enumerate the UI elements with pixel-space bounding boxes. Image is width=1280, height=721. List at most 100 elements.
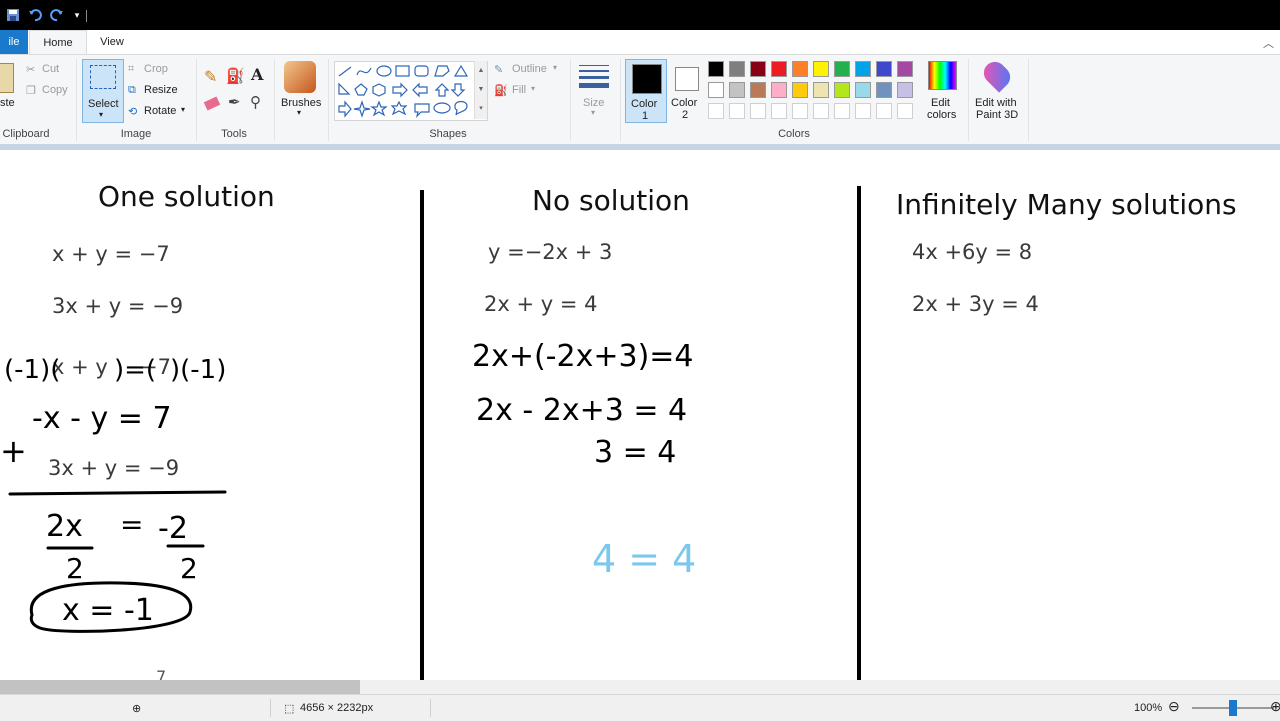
color-swatch[interactable] — [813, 61, 829, 77]
edit-colors-button-line2[interactable]: colors — [927, 109, 956, 121]
color-swatch[interactable] — [855, 82, 871, 98]
horizontal-scrollbar[interactable] — [0, 680, 1280, 694]
custom-color-slot[interactable] — [813, 103, 829, 119]
paste-icon[interactable] — [0, 63, 14, 93]
zoom-in-icon[interactable]: ⊕ — [1270, 698, 1280, 715]
custom-color-slot[interactable] — [708, 103, 724, 119]
size-icon[interactable] — [579, 65, 609, 88]
pencil-icon[interactable]: ✎ — [204, 67, 217, 87]
crop-icon[interactable]: ⌗ — [128, 63, 134, 76]
color-swatch[interactable] — [855, 61, 871, 77]
hand-neg-one-left: (-1)( — [4, 355, 60, 385]
color-swatch[interactable] — [897, 82, 913, 98]
custom-color-slot[interactable] — [897, 103, 913, 119]
custom-color-slot[interactable] — [792, 103, 808, 119]
custom-color-slot[interactable] — [750, 103, 766, 119]
paint3d-icon[interactable] — [979, 57, 1015, 93]
group-separator — [196, 59, 197, 141]
shapes-gallery-icons — [338, 64, 469, 118]
crop-button[interactable]: Crop — [144, 63, 168, 75]
sum-line — [8, 490, 227, 496]
copy-icon[interactable]: ❐ — [26, 84, 36, 97]
drawing-canvas[interactable]: One solution No solution Infinitely Many… — [0, 150, 1280, 680]
resize-button[interactable]: Resize — [144, 84, 178, 96]
copy-button[interactable]: Copy — [42, 84, 68, 96]
color-swatch[interactable] — [771, 61, 787, 77]
tab-file[interactable]: ile — [0, 30, 28, 54]
edit-colors-button[interactable]: Edit — [931, 97, 950, 109]
zoom-out-icon[interactable]: ⊖ — [1168, 698, 1180, 715]
magnifier-icon[interactable]: ⚲ — [250, 93, 261, 111]
hand-denominator-left: 2 — [66, 552, 84, 585]
zoom-level: 100% — [1134, 702, 1163, 714]
color-swatch[interactable] — [897, 61, 913, 77]
color-swatch[interactable] — [729, 61, 745, 77]
fill-bucket-icon[interactable]: ⛽ — [226, 67, 245, 85]
custom-color-slot[interactable] — [876, 103, 892, 119]
outline-icon[interactable]: ✎ — [494, 63, 503, 76]
custom-color-slot[interactable] — [855, 103, 871, 119]
resize-icon[interactable]: ⧉ — [128, 84, 136, 97]
fill-button[interactable]: Fill — [512, 84, 526, 96]
status-bar: ⊕ ⬚ 4656 × 2232px 100% ⊖ ⊕ — [0, 694, 1280, 721]
select-button[interactable]: Select ▾ — [82, 59, 124, 123]
brushes-icon[interactable] — [284, 61, 316, 93]
horizontal-scroll-thumb[interactable] — [0, 680, 360, 694]
status-divider — [430, 699, 431, 717]
chevron-down-icon[interactable]: ▾ — [181, 105, 185, 114]
custom-color-slot[interactable] — [834, 103, 850, 119]
color1-button[interactable]: Color 1 — [625, 59, 667, 123]
tab-home[interactable]: Home — [29, 30, 87, 55]
collapse-ribbon-icon[interactable]: ︿ — [1263, 35, 1274, 51]
cut-icon[interactable]: ✂ — [26, 63, 35, 76]
edit-colors-icon[interactable] — [928, 61, 957, 90]
eraser-icon[interactable] — [203, 96, 221, 111]
color2-button[interactable]: Color 2 — [670, 59, 702, 121]
tab-view[interactable]: View — [92, 30, 132, 54]
rotate-icon[interactable]: ⟲ — [128, 105, 137, 118]
color-swatch[interactable] — [813, 82, 829, 98]
color-swatch[interactable] — [708, 82, 724, 98]
outline-button[interactable]: Outline — [512, 63, 547, 75]
redo-icon[interactable] — [50, 8, 64, 22]
shapes-gallery[interactable] — [334, 61, 488, 121]
group-separator — [76, 59, 77, 141]
shapes-gallery-scroll[interactable]: ▲ ▼ ▾ — [474, 61, 487, 119]
customize-toolbar-icon[interactable]: ▾ — [70, 8, 84, 22]
color-swatch[interactable] — [876, 82, 892, 98]
custom-color-slot[interactable] — [729, 103, 745, 119]
paste-button[interactable]: ste — [0, 97, 15, 109]
custom-color-slot[interactable] — [771, 103, 787, 119]
undo-icon[interactable] — [28, 8, 42, 22]
color-swatch[interactable] — [834, 82, 850, 98]
color-swatch[interactable] — [750, 82, 766, 98]
rotate-button[interactable]: Rotate — [144, 105, 176, 117]
heading-infinitely-many: Infinitely Many solutions — [896, 188, 1237, 221]
brushes-button[interactable]: Brushes — [281, 97, 321, 109]
canvas-area[interactable]: One solution No solution Infinitely Many… — [0, 144, 1280, 680]
hand-step-negated: -x - y = 7 — [32, 401, 172, 436]
chevron-down-icon[interactable]: ▾ — [591, 108, 595, 117]
color-swatch[interactable] — [708, 61, 724, 77]
save-icon[interactable] — [6, 8, 20, 22]
chevron-down-icon[interactable]: ▾ — [297, 108, 301, 117]
zoom-slider-thumb[interactable] — [1229, 700, 1237, 716]
fill-icon[interactable]: ⛽ — [494, 84, 508, 97]
color-swatch[interactable] — [834, 61, 850, 77]
color-picker-icon[interactable]: ✒ — [228, 93, 241, 111]
color-swatch[interactable] — [729, 82, 745, 98]
color-swatch[interactable] — [876, 61, 892, 77]
chevron-down-icon[interactable]: ▾ — [553, 63, 557, 72]
color2-swatch — [675, 67, 699, 91]
cut-button[interactable]: Cut — [42, 63, 59, 75]
edit-paint3d-button[interactable]: Edit with — [975, 97, 1017, 109]
color-swatch[interactable] — [792, 61, 808, 77]
color-swatch[interactable] — [792, 82, 808, 98]
chevron-down-icon[interactable]: ▾ — [531, 84, 535, 93]
edit-paint3d-button-line2[interactable]: Paint 3D — [976, 109, 1018, 121]
color-swatch[interactable] — [771, 82, 787, 98]
text-tool-icon[interactable]: A — [251, 65, 263, 84]
hand-equals: = — [120, 508, 143, 541]
color-swatch[interactable] — [750, 61, 766, 77]
ribbon-tabs: ile Home View ︿ — [0, 30, 1280, 55]
